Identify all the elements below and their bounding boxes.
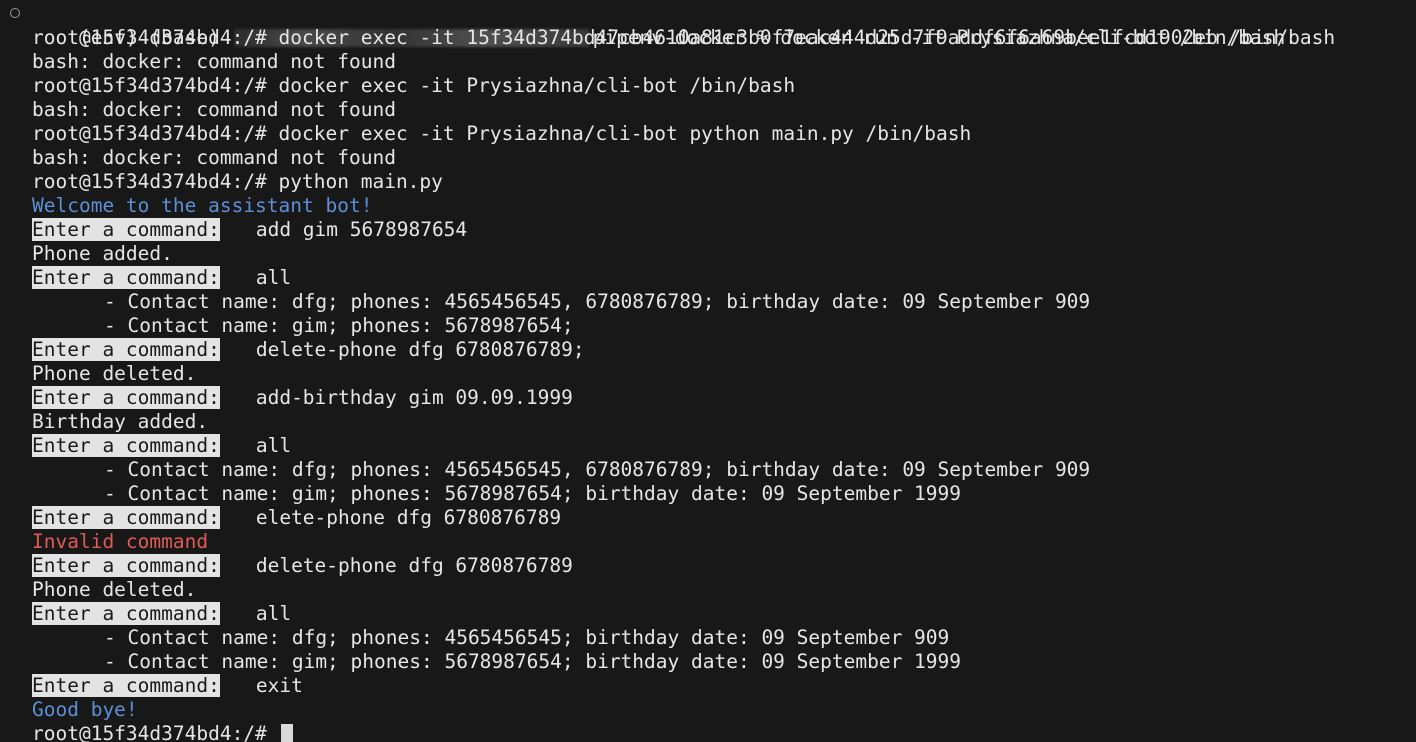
bot-input-line: Enter a command: all — [0, 266, 1416, 290]
command-status-icon — [10, 8, 20, 18]
error-message: Invalid command — [32, 530, 209, 553]
terminal-line: root@15f34d374bd4:/# python main.py — [32, 170, 443, 193]
command-prompt-label: Enter a command: — [32, 266, 220, 289]
command-prompt-label: Enter a command: — [32, 554, 220, 577]
command-text: delete-phone dfg 6780876789 — [255, 554, 573, 577]
bot-input-line: Enter a command: add-birthday gim 09.09.1… — [0, 386, 1416, 410]
terminal-line: bash: docker: command not found — [32, 146, 396, 169]
bot-input-line: Enter a command: elete-phone dfg 67808767… — [0, 506, 1416, 530]
bot-output: Phone deleted. — [32, 362, 197, 385]
terminal-line: root@15f34d374bd4:/# docker exec -it 15f… — [32, 26, 1336, 49]
terminal-line: bash: docker: command not found — [32, 50, 396, 73]
shell-input-line[interactable]: root@15f34d374bd4:/# — [0, 722, 1416, 742]
bot-input-line: Enter a command: delete-phone dfg 6780876… — [0, 338, 1416, 362]
terminal-line: root@15f34d374bd4:/# docker exec -it Pry… — [32, 74, 796, 97]
command-text: add gim 5678987654 — [255, 218, 468, 241]
bot-input-line: Enter a command: add gim 5678987654 — [0, 218, 1416, 242]
command-prompt-label: Enter a command: — [32, 602, 220, 625]
command-text: add-birthday gim 09.09.1999 — [255, 386, 573, 409]
command-text: all — [255, 602, 292, 625]
bot-output: Phone deleted. — [32, 578, 197, 601]
command-text: delete-phone dfg 6780876789; — [255, 338, 585, 361]
command-prompt-label: Enter a command: — [32, 506, 220, 529]
contact-entry: - Contact name: gim; phones: 5678987654;… — [104, 650, 962, 673]
command-prompt-label: Enter a command: — [32, 674, 220, 697]
bot-input-line: Enter a command: all — [0, 602, 1416, 626]
command-text: all — [255, 434, 292, 457]
bot-input-line: Enter a command: all — [0, 434, 1416, 458]
command-text: all — [255, 266, 292, 289]
command-prompt-label: Enter a command: — [32, 386, 220, 409]
command-text: elete-phone dfg 6780876789 — [255, 506, 562, 529]
goodbye-message: Good bye! — [32, 698, 138, 721]
shell-prompt: root@15f34d374bd4:/# — [32, 722, 279, 742]
bot-input-line: Enter a command: exit — [0, 674, 1416, 698]
contact-entry: - Contact name: gim; phones: 5678987654;… — [104, 482, 962, 505]
contact-entry: - Contact name: dfg; phones: 4565456545;… — [104, 626, 950, 649]
contact-entry: - Contact name: dfg; phones: 4565456545,… — [104, 458, 1091, 481]
terminal-line: (env) (base) pipenv-docker % docker run … — [0, 2, 1416, 49]
contact-entry: - Contact name: gim; phones: 5678987654; — [104, 314, 574, 337]
text-cursor[interactable] — [280, 724, 293, 742]
terminal-window[interactable]: (env) (base) pipenv-docker % docker run … — [0, 0, 1416, 742]
terminal-line: root@15f34d374bd4:/# docker exec -it Pry… — [32, 122, 972, 145]
command-prompt-label: Enter a command: — [32, 218, 220, 241]
welcome-message: Welcome to the assistant bot! — [32, 194, 373, 217]
bot-input-line: Enter a command: delete-phone dfg 6780876… — [0, 554, 1416, 578]
command-prompt-label: Enter a command: — [32, 434, 220, 457]
command-text: exit — [255, 674, 303, 697]
command-prompt-label: Enter a command: — [32, 338, 220, 361]
bot-output: Phone added. — [32, 242, 173, 265]
contact-entry: - Contact name: dfg; phones: 4565456545,… — [104, 290, 1091, 313]
bot-output: Birthday added. — [32, 410, 209, 433]
terminal-line: bash: docker: command not found — [32, 98, 396, 121]
